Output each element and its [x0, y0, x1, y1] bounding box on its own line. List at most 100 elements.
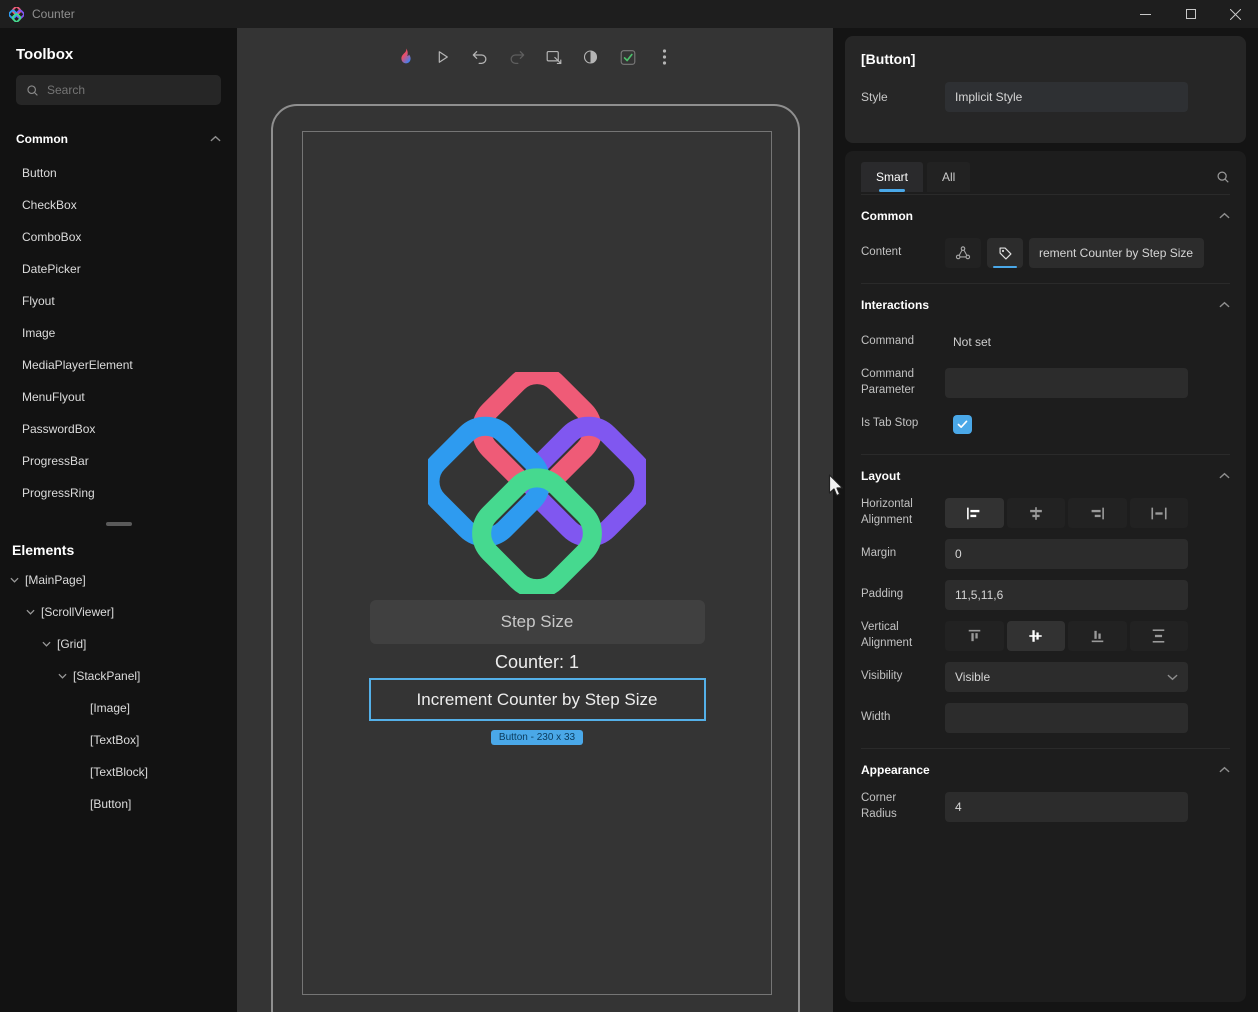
is-tab-stop-checkbox[interactable] [953, 414, 972, 434]
section-common-header[interactable]: Common [861, 195, 1230, 229]
visibility-label: Visibility [861, 670, 903, 683]
corner-radius-label: Corner Radius [861, 792, 897, 820]
toolbox-item-mediaplayerelement[interactable]: MediaPlayerElement [0, 349, 237, 381]
align-right-icon [1088, 506, 1106, 521]
tree-item-label: [Image] [90, 701, 131, 715]
style-input[interactable] [945, 82, 1188, 112]
align-bottom-icon [1090, 628, 1105, 644]
counter-textblock[interactable]: Counter: 1 [495, 652, 579, 673]
vertical-alignment-group [945, 621, 1188, 651]
selection-outline: Increment Counter by Step Size [368, 678, 706, 721]
close-button[interactable] [1213, 0, 1258, 28]
align-stretch-v-button[interactable] [1129, 621, 1188, 651]
margin-input[interactable] [945, 539, 1188, 569]
minimize-button[interactable] [1123, 0, 1168, 28]
play-icon[interactable] [431, 44, 455, 70]
align-stretch-v-icon [1151, 628, 1166, 644]
tree-item-button[interactable]: [Button] [0, 788, 237, 820]
section-appearance-header[interactable]: Appearance [861, 749, 1230, 783]
chevron-down-icon[interactable] [26, 609, 35, 615]
tree-item-label: [MainPage] [25, 573, 86, 587]
chevron-up-icon [1219, 212, 1230, 220]
redo-icon[interactable] [505, 44, 529, 70]
command-value[interactable]: Not set [945, 335, 991, 349]
width-input[interactable] [945, 703, 1188, 733]
content-input[interactable] [1029, 238, 1204, 268]
maximize-button[interactable] [1168, 0, 1213, 28]
section-common: Common Content [861, 195, 1230, 284]
inspector-properties-card: Smart All Common Content rement Counter … [845, 151, 1246, 1002]
visibility-select[interactable]: Visible [945, 662, 1188, 692]
property-inspector: [Button] Style Smart All Common Content [833, 28, 1258, 1012]
properties-search-icon[interactable] [1216, 170, 1230, 184]
horizontal-alignment-group [945, 498, 1188, 528]
align-right-button[interactable] [1068, 498, 1127, 528]
toolbox-item-datepicker[interactable]: DatePicker [0, 253, 237, 285]
hot-reload-flame-icon[interactable] [394, 44, 418, 70]
toolbox-section-common[interactable]: Common [0, 127, 237, 151]
tab-smart[interactable]: Smart [861, 162, 924, 192]
left-sidebar: Toolbox Common Button CheckBox ComboBox … [0, 28, 237, 1012]
toolbox-search[interactable] [16, 75, 221, 105]
tree-item-grid[interactable]: [Grid] [0, 628, 237, 660]
toolbox-item-menuflyout[interactable]: MenuFlyout [0, 381, 237, 413]
toolbox-item-passwordbox[interactable]: PasswordBox [0, 413, 237, 445]
margin-label: Margin [861, 547, 897, 560]
window-title: Counter [32, 7, 75, 21]
toolbox-title: Toolbox [16, 46, 74, 63]
toolbox-item-progressring[interactable]: ProgressRing [0, 477, 237, 509]
toolbox-item-flyout[interactable]: Flyout [0, 285, 237, 317]
section-layout-header[interactable]: Layout [861, 455, 1230, 489]
toolbox-item-progressbar[interactable]: ProgressBar [0, 445, 237, 477]
padding-input[interactable] [945, 580, 1188, 610]
toolbox-item-button[interactable]: Button [0, 157, 237, 189]
search-input[interactable] [47, 83, 211, 97]
corner-radius-input[interactable] [945, 792, 1188, 822]
tree-item-textblock[interactable]: [TextBlock] [0, 756, 237, 788]
toolbox-item-image[interactable]: Image [0, 317, 237, 349]
command-parameter-input[interactable] [945, 368, 1188, 398]
app-logo-image[interactable] [428, 372, 646, 594]
toolbox-item-checkbox[interactable]: CheckBox [0, 189, 237, 221]
align-top-button[interactable] [945, 621, 1004, 651]
inspect-element-icon[interactable] [542, 44, 566, 70]
increment-button[interactable]: Increment Counter by Step Size [371, 680, 704, 719]
app-logo-icon [9, 6, 24, 22]
align-center-h-button[interactable] [1006, 498, 1065, 528]
section-interactions-header[interactable]: Interactions [861, 284, 1230, 318]
align-left-icon [965, 506, 983, 521]
tree-item-mainpage[interactable]: [MainPage] [0, 564, 237, 596]
tree-item-stackpanel[interactable]: [StackPanel] [0, 660, 237, 692]
tab-all[interactable]: All [927, 162, 971, 192]
chevron-down-icon [1167, 673, 1178, 681]
tree-item-image[interactable]: [Image] [0, 692, 237, 724]
panel-splitter[interactable] [0, 519, 237, 528]
selected-element-name: [Button] [861, 51, 916, 67]
undo-icon[interactable] [468, 44, 492, 70]
chevron-down-icon[interactable] [42, 641, 51, 647]
chevron-down-icon[interactable] [58, 673, 67, 679]
align-bottom-button[interactable] [1068, 621, 1127, 651]
content-binding-toggle[interactable] [945, 238, 981, 268]
device-frame: Step Size Counter: 1 Increment Counter b… [271, 104, 800, 1012]
step-size-textbox[interactable]: Step Size [369, 600, 705, 644]
align-left-button[interactable] [945, 498, 1004, 528]
selection-size-badge: Button - 230 x 33 [490, 730, 584, 745]
command-parameter-label: Command Parameter [861, 368, 915, 396]
tree-item-label: [Grid] [57, 637, 87, 651]
content-literal-toggle[interactable] [987, 238, 1023, 268]
tree-item-scrollviewer[interactable]: [ScrollViewer] [0, 596, 237, 628]
chevron-down-icon[interactable] [10, 577, 19, 583]
theme-toggle-icon[interactable] [579, 44, 603, 70]
search-icon [26, 84, 39, 97]
tree-item-label: [TextBox] [90, 733, 140, 747]
toolbox-item-combobox[interactable]: ComboBox [0, 221, 237, 253]
validation-check-icon[interactable] [616, 44, 640, 70]
more-options-kebab-icon[interactable] [653, 44, 677, 70]
horizontal-alignment-label: Horizontal Alignment [861, 498, 913, 526]
tag-icon [998, 246, 1013, 261]
tree-item-textbox[interactable]: [TextBox] [0, 724, 237, 756]
align-stretch-h-button[interactable] [1129, 498, 1188, 528]
tree-item-label: [StackPanel] [73, 669, 141, 683]
align-center-v-button[interactable] [1006, 621, 1065, 651]
